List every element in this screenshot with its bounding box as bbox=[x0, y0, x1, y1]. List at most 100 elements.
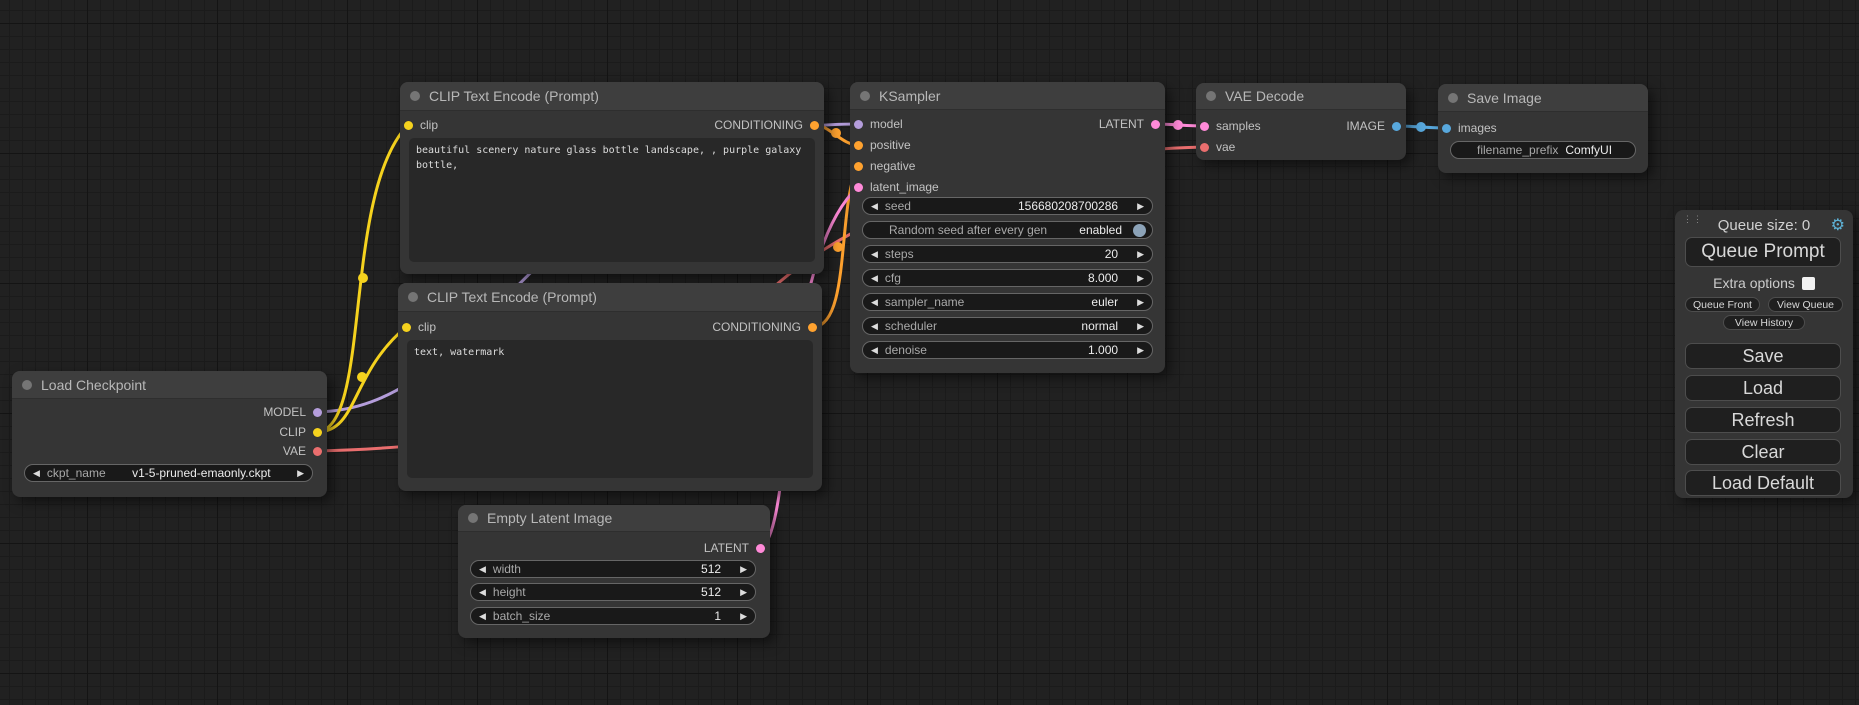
widget-random-seed-toggle[interactable]: Random seed after every gen enabled bbox=[862, 221, 1153, 239]
decrement-arrow-icon[interactable]: ◀ bbox=[871, 274, 878, 283]
decrement-arrow-icon[interactable]: ◀ bbox=[479, 588, 486, 597]
increment-arrow-icon[interactable]: ▶ bbox=[740, 588, 747, 597]
load-default-button[interactable]: Load Default bbox=[1685, 470, 1841, 496]
clear-button[interactable]: Clear bbox=[1685, 439, 1841, 465]
widget-ckpt-name[interactable]: ◀ ckpt_name v1-5-pruned-emaonly.ckpt ▶ bbox=[24, 464, 313, 482]
clip-port-icon[interactable] bbox=[402, 323, 411, 332]
prompt-textarea[interactable]: text, watermark bbox=[407, 340, 813, 478]
widget-name: ckpt_name bbox=[47, 466, 106, 480]
node-title-bar[interactable]: Empty Latent Image bbox=[458, 505, 770, 532]
node-empty-latent-image[interactable]: Empty Latent Image LATENT ◀ width 512 ▶ … bbox=[458, 505, 770, 638]
view-history-button[interactable]: View History bbox=[1723, 315, 1805, 330]
node-load-checkpoint[interactable]: Load Checkpoint MODEL CLIP VAE ◀ ckpt_na… bbox=[12, 371, 327, 497]
decrement-arrow-icon[interactable]: ◀ bbox=[871, 250, 878, 259]
latent-port-icon[interactable] bbox=[756, 544, 765, 553]
widget-batch-size[interactable]: ◀ batch_size 1 ▶ bbox=[470, 607, 756, 625]
widget-denoise[interactable]: ◀ denoise 1.000 ▶ bbox=[862, 341, 1153, 359]
input-slot-latent-image: latent_image bbox=[854, 180, 939, 194]
clip-port-icon[interactable] bbox=[404, 121, 413, 130]
model-port-icon[interactable] bbox=[313, 408, 322, 417]
view-queue-button[interactable]: View Queue bbox=[1768, 297, 1843, 312]
widget-name: steps bbox=[885, 247, 914, 261]
increment-arrow-icon[interactable]: ▶ bbox=[1137, 202, 1144, 211]
collapse-dot-icon[interactable] bbox=[22, 380, 32, 390]
decrement-arrow-icon[interactable]: ◀ bbox=[33, 469, 40, 478]
prompt-textarea[interactable]: beautiful scenery nature glass bottle la… bbox=[409, 138, 815, 262]
node-title-bar[interactable]: Load Checkpoint bbox=[12, 371, 327, 399]
decrement-arrow-icon[interactable]: ◀ bbox=[479, 612, 486, 621]
model-port-icon[interactable] bbox=[854, 120, 863, 129]
widget-name: batch_size bbox=[493, 609, 550, 623]
vae-port-icon[interactable] bbox=[313, 447, 322, 456]
conditioning-port-icon[interactable] bbox=[810, 121, 819, 130]
increment-arrow-icon[interactable]: ▶ bbox=[297, 469, 304, 478]
widget-value: normal bbox=[1081, 319, 1130, 333]
node-vae-decode[interactable]: VAE Decode samples vae IMAGE bbox=[1196, 83, 1406, 160]
widget-filename-prefix[interactable]: filename_prefix ComfyUI bbox=[1450, 141, 1636, 159]
widget-name: width bbox=[493, 562, 521, 576]
widget-name: Random seed after every gen bbox=[889, 223, 1047, 237]
decrement-arrow-icon[interactable]: ◀ bbox=[871, 202, 878, 211]
input-slot-clip: clip bbox=[404, 118, 438, 132]
node-ksampler[interactable]: KSampler model positive negative latent_… bbox=[850, 82, 1165, 373]
node-clip-text-encode-negative[interactable]: CLIP Text Encode (Prompt) clip CONDITION… bbox=[398, 283, 822, 491]
conditioning-port-icon[interactable] bbox=[808, 323, 817, 332]
node-title-bar[interactable]: CLIP Text Encode (Prompt) bbox=[398, 283, 822, 312]
node-title-bar[interactable]: KSampler bbox=[850, 82, 1165, 110]
increment-arrow-icon[interactable]: ▶ bbox=[1137, 346, 1144, 355]
node-clip-text-encode-positive[interactable]: CLIP Text Encode (Prompt) clip CONDITION… bbox=[400, 82, 824, 274]
vae-port-icon[interactable] bbox=[1200, 143, 1209, 152]
clip-port-icon[interactable] bbox=[313, 428, 322, 437]
latent-port-icon[interactable] bbox=[1200, 122, 1209, 131]
widget-width[interactable]: ◀ width 512 ▶ bbox=[470, 560, 756, 578]
decrement-arrow-icon[interactable]: ◀ bbox=[871, 346, 878, 355]
refresh-button[interactable]: Refresh bbox=[1685, 407, 1841, 433]
node-title-bar[interactable]: Save Image bbox=[1438, 84, 1648, 112]
collapse-dot-icon[interactable] bbox=[468, 513, 478, 523]
link-dot-latent bbox=[1173, 120, 1183, 130]
output-label: CLIP bbox=[279, 425, 306, 439]
increment-arrow-icon[interactable]: ▶ bbox=[740, 565, 747, 574]
conditioning-port-icon[interactable] bbox=[854, 141, 863, 150]
widget-value: ComfyUI bbox=[1565, 143, 1616, 157]
collapse-dot-icon[interactable] bbox=[860, 91, 870, 101]
widget-scheduler[interactable]: ◀ scheduler normal ▶ bbox=[862, 317, 1153, 335]
increment-arrow-icon[interactable]: ▶ bbox=[1137, 250, 1144, 259]
decrement-arrow-icon[interactable]: ◀ bbox=[871, 322, 878, 331]
decrement-arrow-icon[interactable]: ◀ bbox=[479, 565, 486, 574]
increment-arrow-icon[interactable]: ▶ bbox=[740, 612, 747, 621]
node-title-bar[interactable]: VAE Decode bbox=[1196, 83, 1406, 110]
save-button[interactable]: Save bbox=[1685, 343, 1841, 369]
latent-port-icon[interactable] bbox=[854, 183, 863, 192]
extra-options-checkbox[interactable] bbox=[1802, 277, 1815, 290]
collapse-dot-icon[interactable] bbox=[408, 292, 418, 302]
increment-arrow-icon[interactable]: ▶ bbox=[1137, 322, 1144, 331]
widget-seed[interactable]: ◀ seed 156680208700286 ▶ bbox=[862, 197, 1153, 215]
node-title-bar[interactable]: CLIP Text Encode (Prompt) bbox=[400, 82, 824, 111]
node-title: Empty Latent Image bbox=[487, 510, 612, 526]
widget-steps[interactable]: ◀ steps 20 ▶ bbox=[862, 245, 1153, 263]
queue-prompt-button[interactable]: Queue Prompt bbox=[1685, 237, 1841, 267]
increment-arrow-icon[interactable]: ▶ bbox=[1137, 298, 1144, 307]
toggle-circle-icon[interactable] bbox=[1133, 224, 1146, 237]
node-graph-canvas[interactable]: Load Checkpoint MODEL CLIP VAE ◀ ckpt_na… bbox=[0, 0, 1859, 705]
link-dot-clip-positive bbox=[358, 273, 368, 283]
widget-height[interactable]: ◀ height 512 ▶ bbox=[470, 583, 756, 601]
collapse-dot-icon[interactable] bbox=[1206, 91, 1216, 101]
widget-cfg[interactable]: ◀ cfg 8.000 ▶ bbox=[862, 269, 1153, 287]
conditioning-port-icon[interactable] bbox=[854, 162, 863, 171]
collapse-dot-icon[interactable] bbox=[410, 91, 420, 101]
decrement-arrow-icon[interactable]: ◀ bbox=[871, 298, 878, 307]
output-slot-conditioning: CONDITIONING bbox=[714, 118, 819, 132]
widget-sampler-name[interactable]: ◀ sampler_name euler ▶ bbox=[862, 293, 1153, 311]
input-slot-negative: negative bbox=[854, 159, 915, 173]
image-port-icon[interactable] bbox=[1392, 122, 1401, 131]
node-save-image[interactable]: Save Image images filename_prefix ComfyU… bbox=[1438, 84, 1648, 173]
load-button[interactable]: Load bbox=[1685, 375, 1841, 401]
image-port-icon[interactable] bbox=[1442, 124, 1451, 133]
increment-arrow-icon[interactable]: ▶ bbox=[1137, 274, 1144, 283]
settings-gear-icon[interactable]: ⚙ bbox=[1831, 215, 1845, 235]
latent-port-icon[interactable] bbox=[1151, 120, 1160, 129]
collapse-dot-icon[interactable] bbox=[1448, 93, 1458, 103]
queue-front-button[interactable]: Queue Front bbox=[1685, 297, 1760, 312]
